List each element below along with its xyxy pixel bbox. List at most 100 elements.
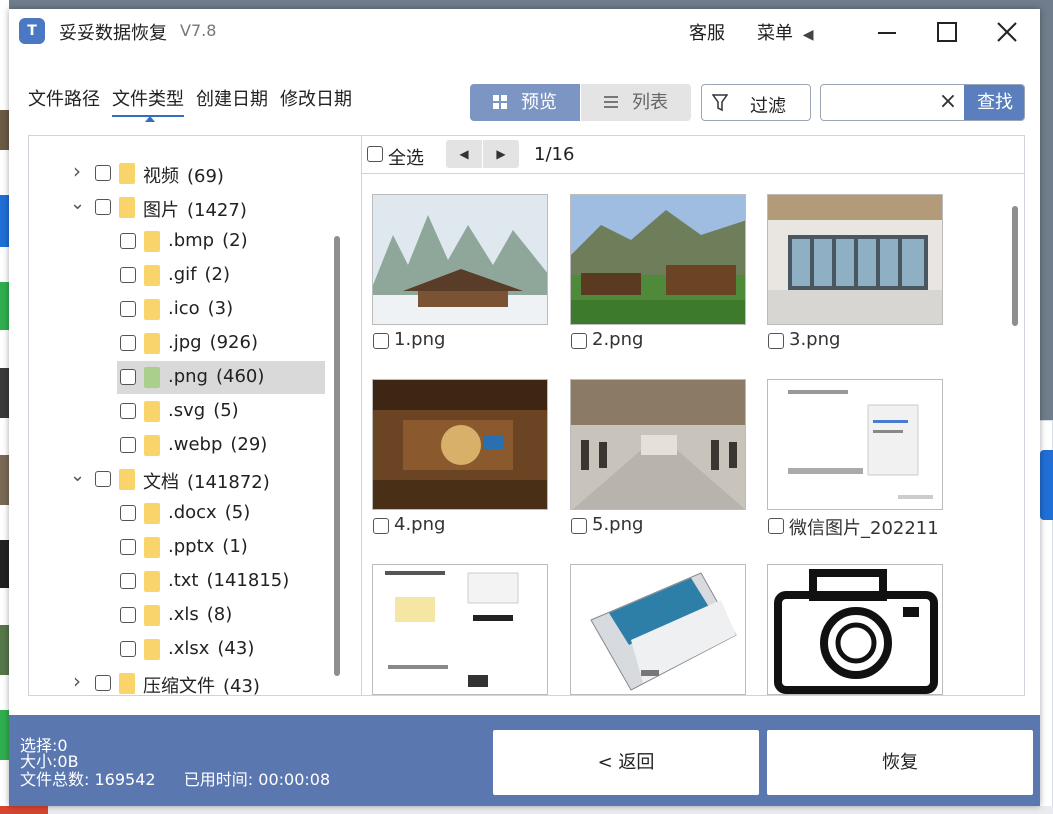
- elapsed-time-label: 已用时间:: [183, 770, 254, 789]
- tree-item-name: .xls: [168, 604, 199, 625]
- file-checkbox[interactable]: [571, 333, 587, 349]
- tree-item-checkbox[interactable]: [95, 165, 111, 181]
- status-bar: 选择:0 大小:0B 文件总数: 169542 已用时间: 00:00:08 <…: [9, 715, 1040, 806]
- preview-view-button[interactable]: 预览: [470, 84, 580, 121]
- clear-search-icon[interactable]: ×: [935, 85, 961, 120]
- tree-item[interactable]: › 视频 (69): [29, 159, 339, 188]
- search-input[interactable]: [825, 89, 935, 116]
- folder-icon: [144, 537, 160, 558]
- file-name: 2.png: [592, 329, 644, 350]
- background-taskbar-icon: [0, 806, 48, 814]
- file-checkbox[interactable]: [373, 518, 389, 534]
- tree-item-checkbox[interactable]: [95, 675, 111, 691]
- background-taskbar: [0, 806, 1053, 814]
- background-thumbnail: [0, 455, 9, 505]
- tree-item-count: (5): [213, 400, 239, 421]
- tree-item-checkbox[interactable]: [120, 641, 136, 657]
- tree-item-label: 压缩文件 (43): [143, 672, 260, 695]
- tab-modified-date[interactable]: 修改日期: [280, 85, 352, 111]
- tree-item[interactable]: .docx (5): [29, 500, 339, 528]
- select-all-checkbox[interactable]: [367, 146, 383, 162]
- customer-service-button[interactable]: 客服: [689, 19, 725, 45]
- recover-button[interactable]: 恢复: [767, 730, 1033, 795]
- tree-item-checkbox[interactable]: [120, 369, 136, 385]
- tree-item[interactable]: .pptx (1): [29, 534, 339, 562]
- folder-icon: [144, 503, 160, 524]
- file-thumbnail[interactable]: [372, 564, 548, 695]
- close-button[interactable]: [987, 15, 1027, 49]
- selected-size: 大小:0B: [20, 753, 79, 771]
- file-thumbnail[interactable]: [570, 379, 746, 510]
- tree-item[interactable]: .xls (8): [29, 602, 339, 630]
- file-checkbox[interactable]: [373, 333, 389, 349]
- tree-item-checkbox[interactable]: [95, 199, 111, 215]
- chevron-right-icon[interactable]: ›: [70, 669, 84, 693]
- tree-item-checkbox[interactable]: [120, 233, 136, 249]
- file-thumbnail[interactable]: [570, 564, 746, 695]
- tree-item[interactable]: .bmp (2): [29, 228, 339, 256]
- file-thumbnail[interactable]: [767, 379, 943, 510]
- list-view-button[interactable]: 列表: [581, 84, 691, 121]
- prev-page-button[interactable]: ◀: [446, 140, 482, 168]
- tree-item-name: .png: [168, 366, 208, 387]
- tree-item-checkbox[interactable]: [120, 403, 136, 419]
- tree-item[interactable]: .txt (141815): [29, 568, 339, 596]
- tree-item-checkbox[interactable]: [120, 573, 136, 589]
- tree-item[interactable]: .gif (2): [29, 262, 339, 290]
- file-checkbox[interactable]: [768, 333, 784, 349]
- minimize-button[interactable]: [867, 15, 907, 49]
- file-thumbnail[interactable]: [570, 194, 746, 325]
- tree-item-checkbox[interactable]: [120, 335, 136, 351]
- search-box: × 查找: [820, 84, 1025, 121]
- menu-button[interactable]: 菜单 ◀: [757, 19, 814, 45]
- tree-scrollbar[interactable]: [334, 236, 340, 676]
- tab-file-path[interactable]: 文件路径: [28, 85, 100, 111]
- chevron-down-icon[interactable]: ⌄: [70, 193, 85, 214]
- tree-item-checkbox[interactable]: [95, 471, 111, 487]
- tree-item-checkbox[interactable]: [120, 437, 136, 453]
- filter-button[interactable]: 过滤: [701, 84, 811, 121]
- tree-item-label: .docx (5): [168, 502, 250, 523]
- tree-item-count: (2): [204, 264, 231, 285]
- tree-item-label: .xls (8): [168, 604, 232, 625]
- chevron-right-icon[interactable]: ›: [70, 159, 84, 183]
- tree-item[interactable]: ⌄ 图片 (1427): [29, 193, 339, 222]
- maximize-button[interactable]: [927, 15, 967, 49]
- tree-item-count: (69): [187, 166, 224, 187]
- tree-item[interactable]: › 压缩文件 (43): [29, 669, 339, 695]
- tree-item-checkbox[interactable]: [120, 301, 136, 317]
- tree-item[interactable]: .svg (5): [29, 398, 339, 426]
- background-side-panel-accent: [1040, 450, 1053, 520]
- menu-button-label: 菜单: [757, 23, 793, 44]
- tree-item-label: .jpg (926): [168, 332, 258, 353]
- tree-item[interactable]: .png (460): [29, 361, 339, 394]
- tree-item[interactable]: .webp (29): [29, 432, 339, 460]
- tree-item-checkbox[interactable]: [120, 539, 136, 555]
- tree-item[interactable]: .ico (3): [29, 296, 339, 324]
- file-checkbox[interactable]: [571, 518, 587, 534]
- tree-item-checkbox[interactable]: [120, 607, 136, 623]
- app-version: V7.8: [180, 21, 217, 40]
- tab-created-date[interactable]: 创建日期: [196, 85, 268, 111]
- background-thumbnail: [0, 195, 9, 247]
- chevron-down-icon[interactable]: ⌄: [70, 465, 85, 486]
- grid-scrollbar[interactable]: [1012, 206, 1018, 326]
- selected-size-label: 大小:: [20, 752, 58, 771]
- next-page-button[interactable]: ▶: [483, 140, 519, 168]
- search-button[interactable]: 查找: [964, 85, 1024, 120]
- tree-item-count: (5): [224, 502, 251, 523]
- tree-item[interactable]: .xlsx (43): [29, 636, 339, 664]
- tree-item-checkbox[interactable]: [120, 505, 136, 521]
- tree-item-checkbox[interactable]: [120, 267, 136, 283]
- file-thumbnail[interactable]: [372, 379, 548, 510]
- file-checkbox[interactable]: [768, 518, 784, 534]
- grid-view-icon: [493, 85, 507, 122]
- file-thumbnail[interactable]: [767, 194, 943, 325]
- file-thumbnail[interactable]: [767, 564, 943, 695]
- tab-file-type[interactable]: 文件类型: [112, 85, 184, 122]
- file-thumbnail[interactable]: [372, 194, 548, 325]
- back-button[interactable]: < 返回: [493, 730, 759, 795]
- totals-line: 文件总数: 169542 已用时间: 00:00:08: [20, 771, 330, 789]
- tree-item[interactable]: ⌄ 文档 (141872): [29, 465, 339, 494]
- tree-item[interactable]: .jpg (926): [29, 330, 339, 358]
